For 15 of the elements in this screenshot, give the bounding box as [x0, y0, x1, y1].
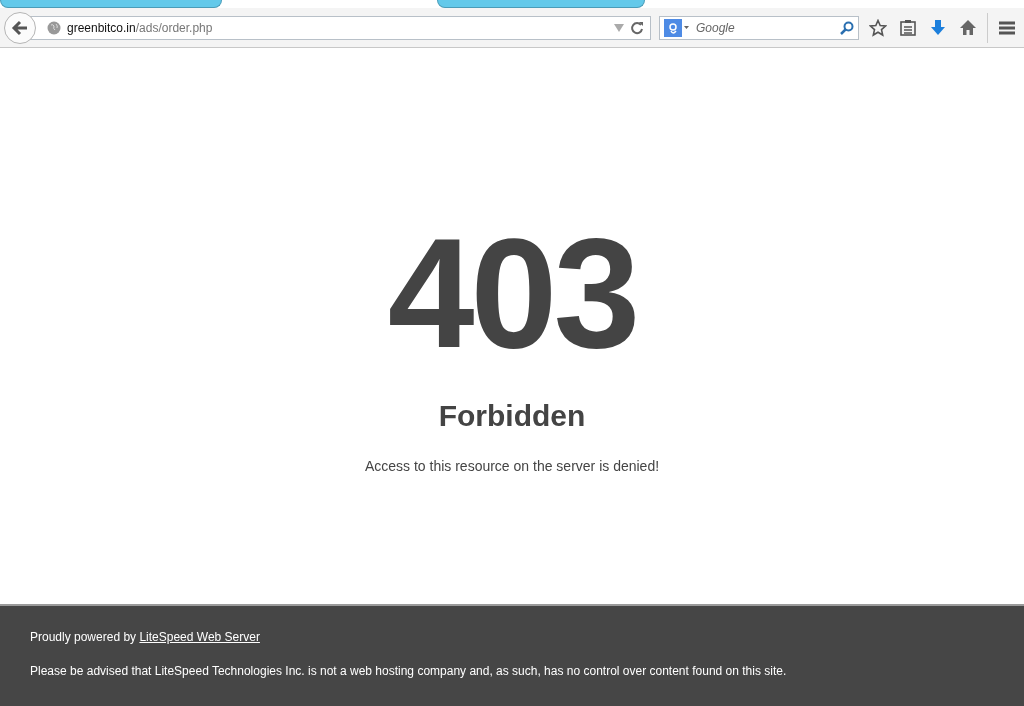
litespeed-link[interactable]: LiteSpeed Web Server — [139, 630, 260, 644]
disclaimer-text: Please be advised that LiteSpeed Technologies Inc. is not a web hosting company and, as such, has no control over content found on this site. — [30, 663, 788, 680]
powered-by-text: Proudly powered by LiteSpeed Web Server — [30, 629, 261, 646]
error-title: Forbidden — [438, 398, 586, 434]
search-engine-icon[interactable] — [664, 18, 690, 37]
search-bar[interactable]: Google — [659, 15, 859, 40]
address-bar[interactable]: greenbitco.in/ads/order.php — [30, 15, 651, 40]
error-code: 403 — [387, 215, 637, 371]
error-message: Access to this resource on the server is denied! — [364, 457, 660, 476]
back-button[interactable] — [4, 11, 36, 44]
back-arrow-icon — [11, 18, 29, 37]
reload-icon[interactable] — [630, 20, 644, 35]
url-text: greenbitco.in/ads/order.php — [67, 19, 213, 37]
search-icon[interactable] — [840, 20, 854, 35]
globe-icon — [47, 20, 61, 35]
